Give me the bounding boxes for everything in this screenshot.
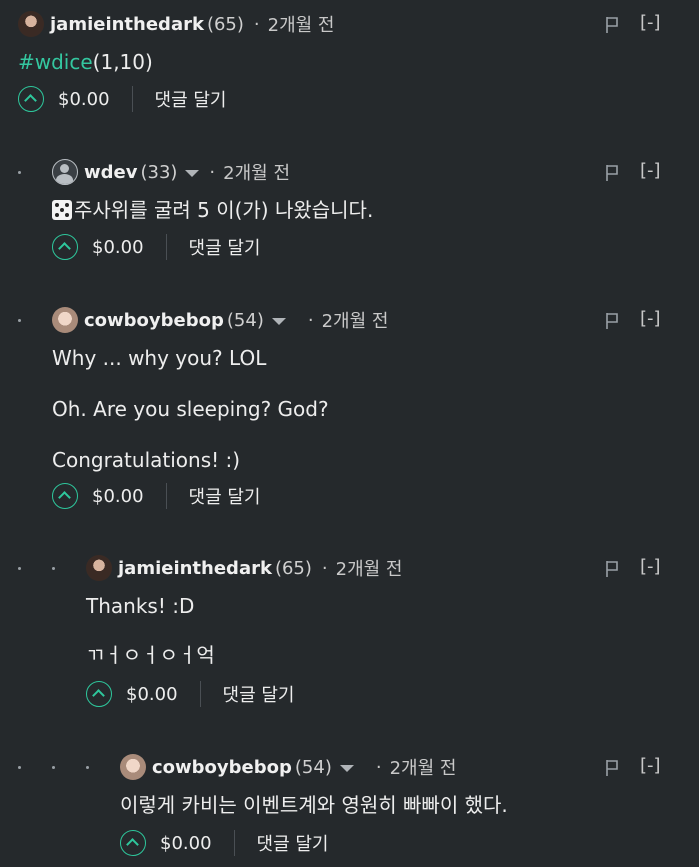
reply-button[interactable]: 댓글 달기 [257,830,329,856]
separator: · [307,309,314,331]
comment-footer: $0.00 댓글 달기 [120,827,329,859]
comment-text: Congratulations! :) [52,448,241,472]
avatar[interactable] [18,11,44,37]
comment-header: cowboybebop (54) · 2개월 전 [52,300,388,340]
comment-footer: $0.00 댓글 달기 [18,83,227,115]
avatar[interactable] [52,159,78,185]
timestamp[interactable]: 2개월 전 [336,555,403,581]
divider [233,830,235,856]
comment-body: Thanks! :D ㄲㅓㅇㅓㅇㅓ억 [86,593,215,668]
flag-icon[interactable] [605,560,619,578]
upvote-button[interactable] [86,681,112,707]
reputation: (54) [226,309,264,331]
divider [165,483,167,509]
reputation: (65) [206,13,244,35]
comment-body: 주사위를 굴려 5 이(가) 나왔습니다. [52,197,373,223]
thread-dot [18,766,21,769]
reputation: (54) [294,756,332,778]
separator: · [321,557,328,579]
comment-body: Why ... why you? LOL Oh. Are you sleepin… [52,345,329,473]
divider [165,234,167,260]
flag-icon[interactable] [605,312,619,330]
timestamp[interactable]: 2개월 전 [390,754,457,780]
separator: · [375,756,382,778]
reply-button[interactable]: 댓글 달기 [223,681,295,707]
collapse-toggle[interactable]: [-] [640,160,661,181]
reply-button[interactable]: 댓글 달기 [189,483,261,509]
separator: · [209,161,216,183]
collapse-toggle[interactable]: [-] [640,556,661,577]
thread-dot [18,319,21,322]
timestamp[interactable]: 2개월 전 [322,307,389,333]
username[interactable]: cowboybebop [84,310,224,331]
flag-icon[interactable] [605,164,619,182]
comment-text: 주사위를 굴려 5 이(가) 나왔습니다. [74,198,374,222]
divider [131,86,133,112]
payout[interactable]: $0.00 [92,237,144,258]
chevron-down-icon[interactable] [185,169,200,177]
payout[interactable]: $0.00 [58,89,110,110]
comment-text: 이렇게 카비는 이벤트계와 영원히 빠빠이 했다. [120,793,508,817]
comment-footer: $0.00 댓글 달기 [52,480,261,512]
dice-icon [52,200,72,220]
username[interactable]: jamieinthedark [118,558,272,579]
comment-text: Why ... why you? LOL [52,346,267,370]
collapse-toggle[interactable]: [-] [640,755,661,776]
comment-footer: $0.00 댓글 달기 [86,678,295,710]
comment-text: (1,10) [92,50,153,74]
comment-body: #wdice(1,10) [18,49,153,75]
payout[interactable]: $0.00 [126,684,178,705]
reputation: (33) [140,161,178,183]
comment-header: jamieinthedark (65) · 2개월 전 [86,548,403,588]
comment-header: cowboybebop (54) · 2개월 전 [120,747,456,787]
avatar[interactable] [120,754,146,780]
upvote-button[interactable] [52,483,78,509]
comment-text: ㄲㅓㅇㅓㅇㅓ억 [86,643,215,667]
comment-header: wdev (33) · 2개월 전 [52,152,290,192]
comment-text: Thanks! :D [86,594,195,618]
upvote-button[interactable] [18,86,44,112]
collapse-toggle[interactable]: [-] [640,12,661,33]
thread-dot [52,766,55,769]
hashtag[interactable]: #wdice [18,50,93,74]
payout[interactable]: $0.00 [160,833,212,854]
timestamp[interactable]: 2개월 전 [268,11,335,37]
comment-body: 이렇게 카비는 이벤트계와 영원히 빠빠이 했다. [120,792,508,818]
comment-footer: $0.00 댓글 달기 [52,231,261,263]
thread-dot [86,766,89,769]
thread-dot [18,567,21,570]
flag-icon[interactable] [605,759,619,777]
avatar[interactable] [52,307,78,333]
username[interactable]: wdev [84,162,137,183]
payout[interactable]: $0.00 [92,486,144,507]
upvote-button[interactable] [120,830,146,856]
reply-button[interactable]: 댓글 달기 [189,234,261,260]
collapse-toggle[interactable]: [-] [640,308,661,329]
thread-dot [52,567,55,570]
reply-button[interactable]: 댓글 달기 [155,86,227,112]
avatar[interactable] [86,555,112,581]
flag-icon[interactable] [605,16,619,34]
timestamp[interactable]: 2개월 전 [223,159,290,185]
thread-dot [18,171,21,174]
username[interactable]: jamieinthedark [50,14,204,35]
comment-header: jamieinthedark (65) · 2개월 전 [18,4,335,44]
reputation: (65) [274,557,312,579]
comment-text: Oh. Are you sleeping? God? [52,397,329,421]
separator: · [253,13,260,35]
chevron-down-icon[interactable] [339,764,354,772]
upvote-button[interactable] [52,234,78,260]
divider [199,681,201,707]
chevron-down-icon[interactable] [271,317,286,325]
username[interactable]: cowboybebop [152,757,292,778]
